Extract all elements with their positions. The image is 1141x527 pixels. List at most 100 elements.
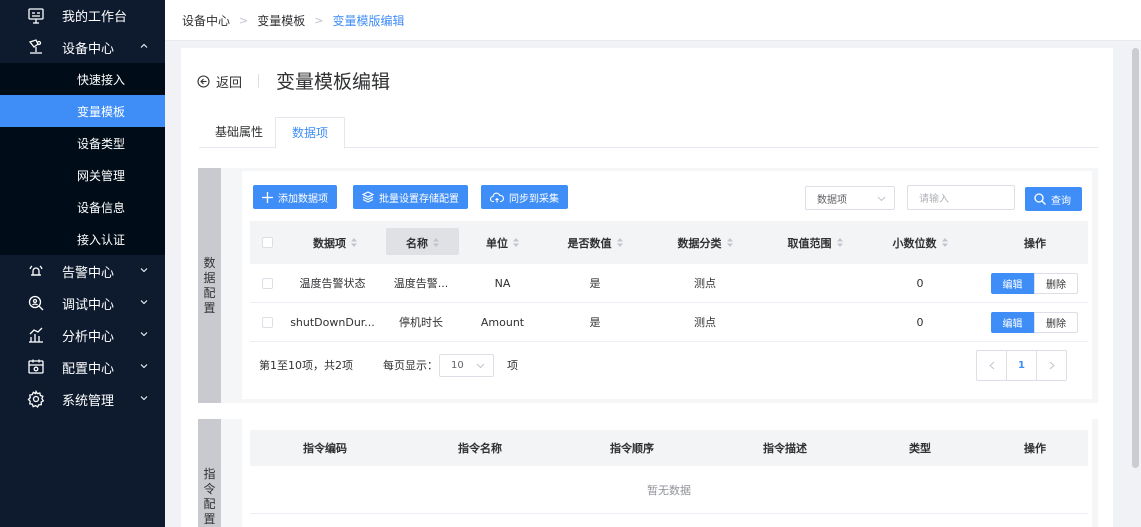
gear-icon bbox=[26, 389, 46, 409]
data-config-section: 数 据 配 置 添加数据项 批量设置存储配置 同步到采集 数据项 请输入 查询 … bbox=[198, 168, 1098, 403]
batch-storage-config-button[interactable]: 批量设置存储配置 bbox=[353, 185, 468, 209]
cell-data-item: shutDownDur... bbox=[290, 315, 375, 329]
cell-is-numeric: 是 bbox=[589, 316, 601, 329]
breadcrumb-separator-icon: > bbox=[239, 13, 249, 27]
commands-panel: 指令编码 指令名称 指令顺序 指令描述 类型 操作 暂无数据 bbox=[242, 419, 1092, 527]
sort-icon bbox=[726, 238, 733, 247]
tab-basic-properties[interactable]: 基础属性 bbox=[199, 117, 279, 149]
chevron-up-icon bbox=[140, 43, 148, 48]
sidebar-subitem-quick-access[interactable]: 快速接入 bbox=[0, 63, 165, 95]
page-number-button[interactable]: 1 bbox=[1006, 351, 1037, 380]
cell-decimals: 0 bbox=[916, 315, 924, 329]
row-checkbox[interactable] bbox=[262, 317, 273, 328]
plus-icon bbox=[262, 191, 273, 203]
sidebar-item-debug-center[interactable]: 调试中心 bbox=[0, 287, 165, 319]
title-divider bbox=[258, 74, 259, 88]
column-header-decimals[interactable]: 小数位数 bbox=[880, 235, 960, 251]
add-data-item-button[interactable]: 添加数据项 bbox=[253, 185, 337, 209]
edit-button[interactable]: 编辑 bbox=[991, 273, 1034, 294]
pagination: 1 bbox=[976, 350, 1067, 381]
sidebar-item-config-center[interactable]: 配置中心 bbox=[0, 351, 165, 383]
page-size-select[interactable]: 10 bbox=[439, 354, 494, 377]
sidebar-subitem-device-type[interactable]: 设备类型 bbox=[0, 127, 165, 159]
page-scrollbar[interactable] bbox=[1132, 48, 1139, 468]
page-size-label: 每页显示： bbox=[383, 359, 438, 372]
section-label-char: 数 bbox=[203, 255, 216, 270]
row-checkbox[interactable] bbox=[262, 278, 273, 289]
debug-icon bbox=[26, 293, 46, 313]
layers-icon bbox=[362, 191, 374, 203]
sidebar-subitem-variable-template[interactable]: 变量模板 bbox=[0, 95, 165, 127]
column-header-data-item[interactable]: 数据项 bbox=[300, 235, 370, 251]
table-header: 数据项 名称 单位 是否数值 数据分类 取值范围 小数位数 操作 bbox=[250, 221, 1088, 264]
sidebar-item-alarm-center[interactable]: 告警中心 bbox=[0, 255, 165, 287]
table-header: 指令编码 指令名称 指令顺序 指令描述 类型 操作 bbox=[250, 430, 1088, 466]
sort-icon bbox=[941, 238, 948, 247]
search-input[interactable]: 请输入 bbox=[907, 185, 1015, 210]
select-all-checkbox[interactable] bbox=[262, 237, 273, 248]
cell-name: 停机时长 bbox=[399, 316, 443, 329]
next-page-button[interactable] bbox=[1037, 351, 1066, 380]
sidebar-item-device-center[interactable]: 设备中心 bbox=[0, 31, 165, 63]
page-title: 变量模板编辑 bbox=[276, 71, 391, 93]
sort-icon bbox=[616, 238, 623, 247]
filter-field-select[interactable]: 数据项 bbox=[805, 186, 895, 210]
column-header-actions: 操作 bbox=[1024, 236, 1046, 250]
prev-page-button[interactable] bbox=[977, 351, 1006, 380]
column-header-label: 小数位数 bbox=[892, 236, 937, 250]
sidebar-item-analysis-center[interactable]: 分析中心 bbox=[0, 319, 165, 351]
chevron-down-icon bbox=[140, 332, 148, 337]
column-header-label: 是否数值 bbox=[567, 236, 612, 250]
chevron-right-icon bbox=[1049, 361, 1055, 370]
tab-data-items[interactable]: 数据项 bbox=[275, 117, 346, 149]
sidebar-subitem-device-info[interactable]: 设备信息 bbox=[0, 191, 165, 223]
column-header-is-numeric[interactable]: 是否数值 bbox=[550, 235, 640, 251]
sidebar-item-label: 配置中心 bbox=[62, 361, 115, 377]
column-header-command-order: 指令顺序 bbox=[610, 442, 654, 455]
breadcrumb-separator-icon: > bbox=[314, 13, 324, 27]
cell-unit: Amount bbox=[480, 315, 525, 329]
sort-icon bbox=[836, 238, 843, 247]
sidebar-item-system-admin[interactable]: 系统管理 bbox=[0, 383, 165, 415]
cell-category: 测点 bbox=[694, 316, 716, 329]
table-row: 温度告警状态 温度告警... NA 是 测点 0 编辑 删除 bbox=[250, 264, 1088, 303]
column-header-category[interactable]: 数据分类 bbox=[660, 235, 750, 251]
section-label-char: 据 bbox=[203, 270, 216, 285]
sidebar-subitem-gateway[interactable]: 网关管理 bbox=[0, 159, 165, 191]
sync-to-collect-button[interactable]: 同步到采集 bbox=[481, 185, 568, 209]
back-label: 返回 bbox=[216, 76, 243, 91]
cell-name: 温度告警... bbox=[393, 277, 449, 290]
query-button[interactable]: 查询 bbox=[1025, 187, 1082, 211]
page-size-value: 10 bbox=[451, 360, 464, 371]
sort-icon bbox=[351, 238, 357, 247]
sidebar-item-workbench[interactable]: 我的工作台 bbox=[0, 0, 165, 31]
column-header-command-name: 指令名称 bbox=[458, 442, 502, 455]
chevron-left-icon bbox=[988, 361, 994, 370]
section-label-char: 令 bbox=[203, 482, 216, 496]
empty-state: 暂无数据 bbox=[250, 467, 1088, 514]
delete-button[interactable]: 删除 bbox=[1034, 273, 1078, 294]
sidebar-item-label: 设备中心 bbox=[62, 41, 115, 57]
data-items-table: 数据项 名称 单位 是否数值 数据分类 取值范围 小数位数 操作 温度告警状态 … bbox=[250, 221, 1088, 342]
breadcrumb-current: 变量模版编辑 bbox=[332, 13, 405, 28]
section-label-char: 配 bbox=[203, 497, 216, 511]
breadcrumb-item[interactable]: 设备中心 bbox=[182, 12, 230, 29]
device-icon bbox=[26, 37, 46, 57]
sidebar-subitem-access-auth[interactable]: 接入认证 bbox=[0, 223, 165, 255]
alarm-icon bbox=[26, 261, 46, 281]
section-label-data-config: 数 据 配 置 bbox=[198, 168, 221, 403]
sidebar-item-label: 告警中心 bbox=[62, 265, 115, 281]
chevron-down-icon bbox=[140, 300, 148, 305]
config-icon bbox=[26, 357, 46, 377]
cell-is-numeric: 是 bbox=[589, 277, 601, 290]
search-icon bbox=[1034, 193, 1046, 205]
delete-button[interactable]: 删除 bbox=[1034, 312, 1078, 333]
column-header-unit[interactable]: 单位 bbox=[470, 235, 535, 251]
section-label-char: 置 bbox=[203, 300, 216, 315]
breadcrumb-item[interactable]: 变量模板 bbox=[257, 12, 305, 29]
edit-button[interactable]: 编辑 bbox=[991, 312, 1034, 333]
column-header-value-range[interactable]: 取值范围 bbox=[770, 235, 860, 251]
back-button[interactable]: 返回 bbox=[197, 72, 242, 91]
column-header-label: 取值范围 bbox=[787, 236, 832, 250]
column-header-name[interactable]: 名称 bbox=[385, 235, 460, 251]
